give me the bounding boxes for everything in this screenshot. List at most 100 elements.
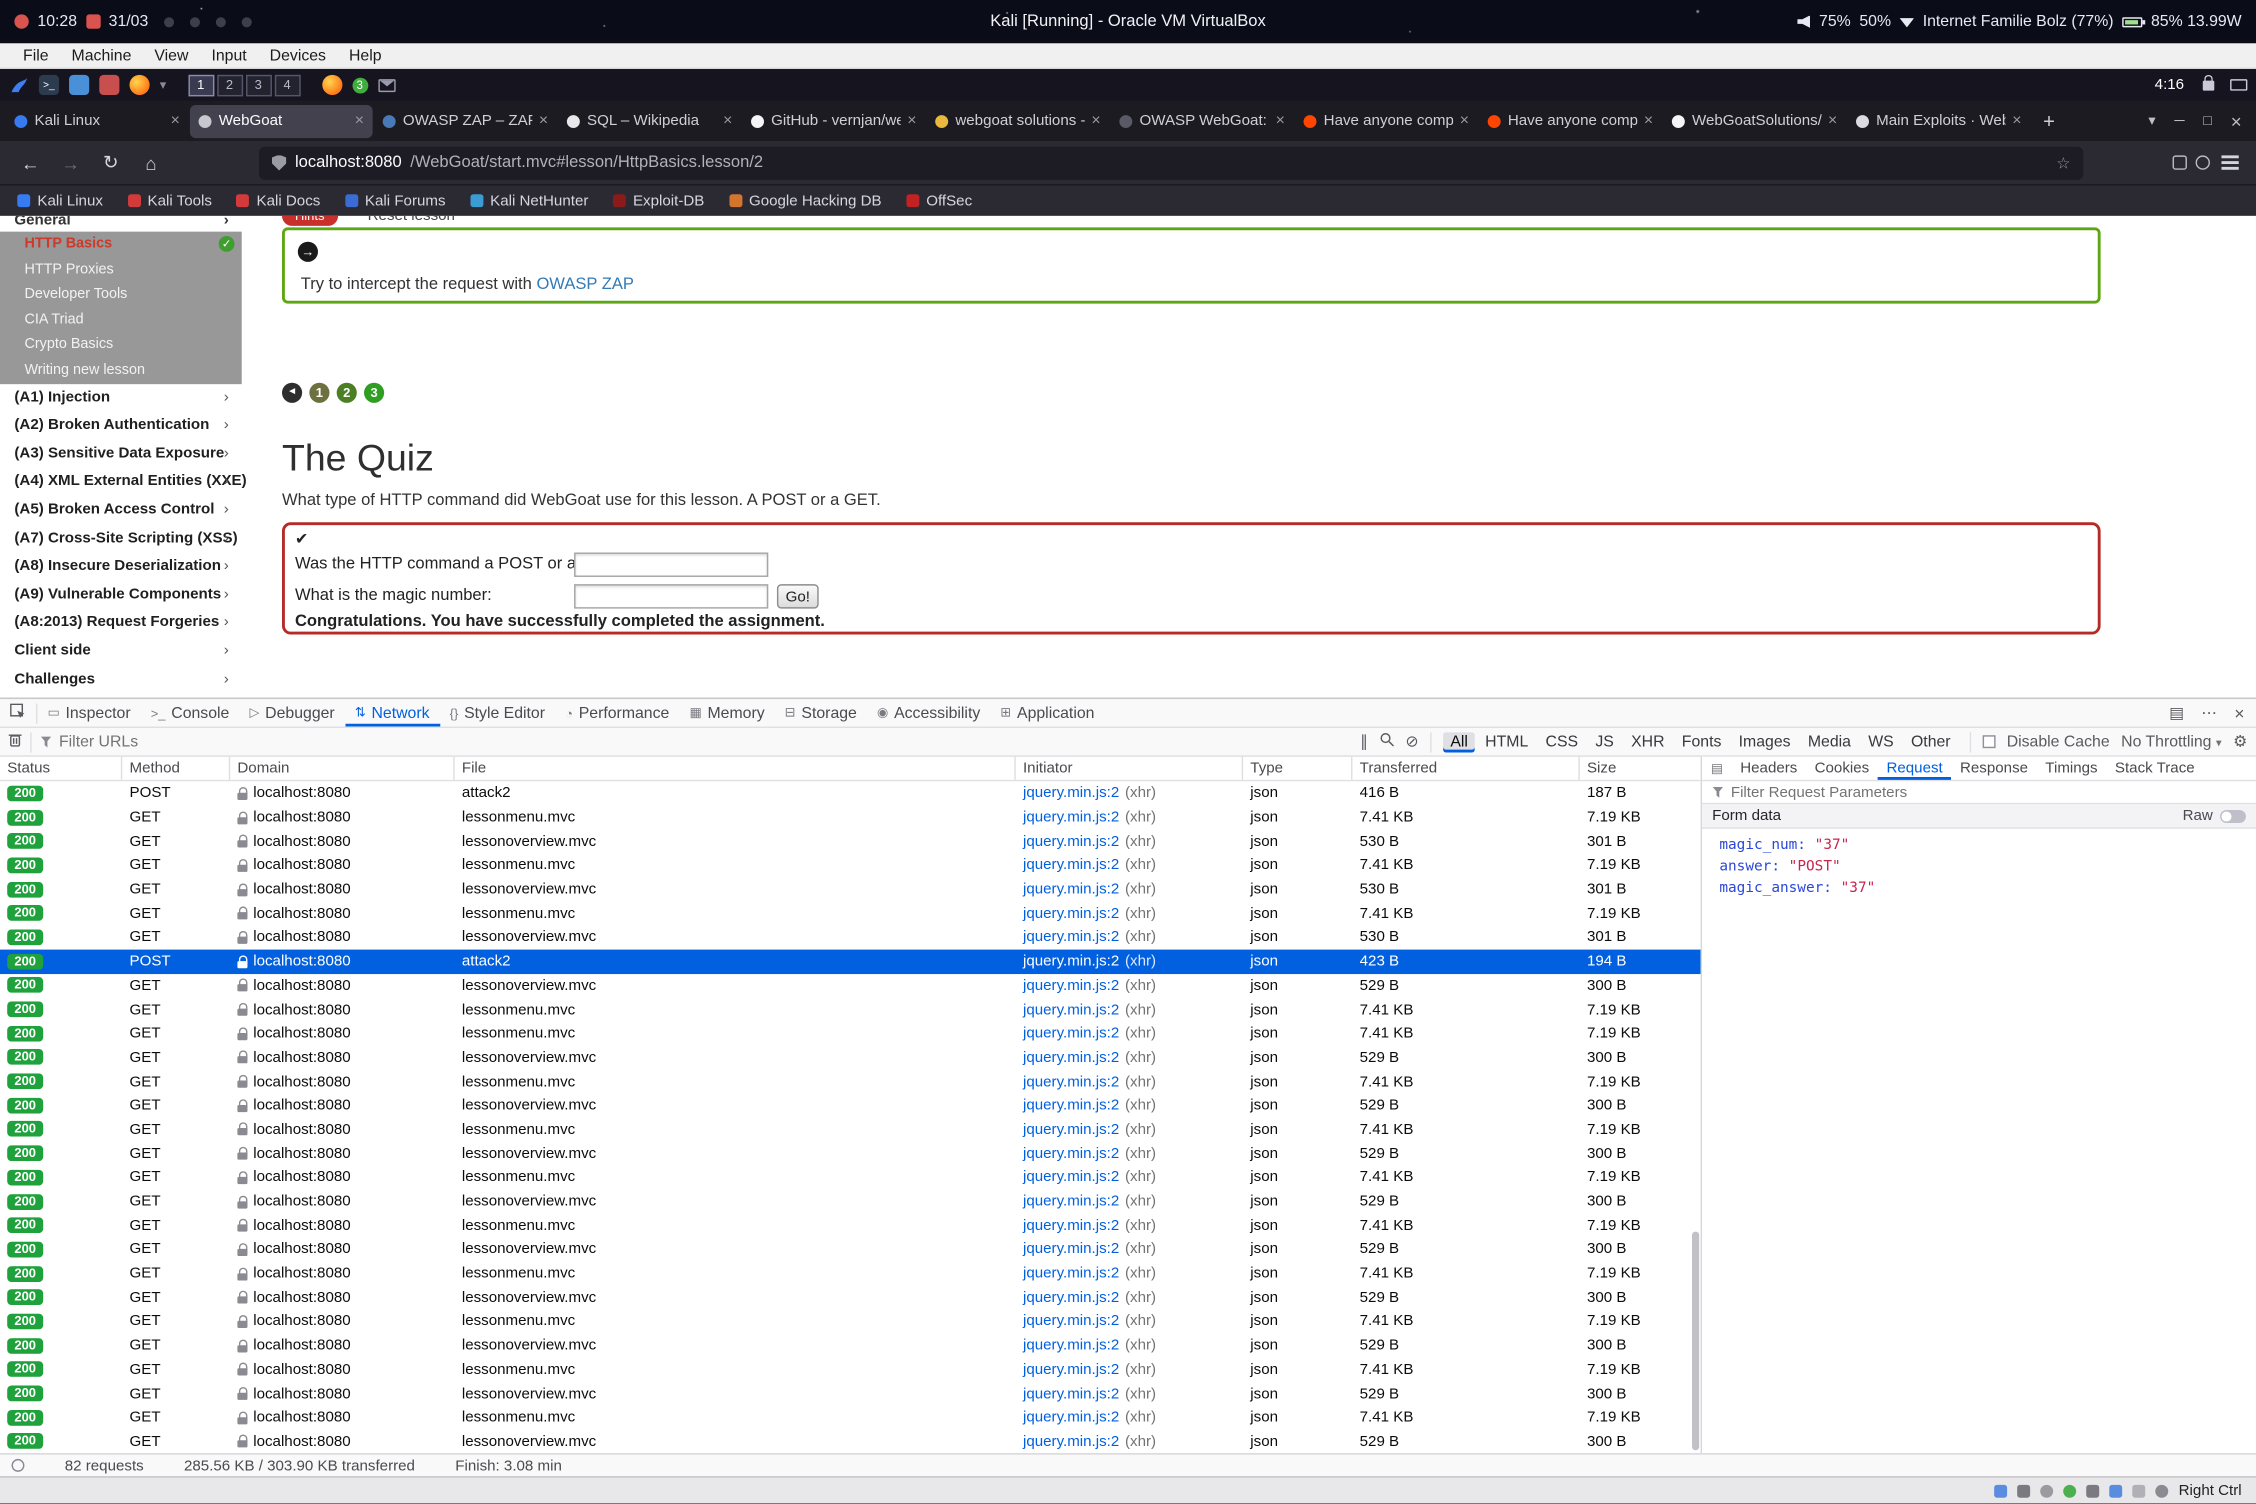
magic-number-input[interactable]	[574, 584, 768, 608]
display-icon[interactable]	[2230, 79, 2247, 91]
performance-analysis-icon[interactable]	[12, 1459, 25, 1472]
details-tab-cookies[interactable]: Cookies	[1806, 757, 1878, 780]
bookmark-item[interactable]: OffSec	[906, 192, 972, 209]
initiator-link[interactable]: jquery.min.js:2	[1023, 1241, 1119, 1258]
tray-icon[interactable]	[216, 17, 226, 27]
bookmark-item[interactable]: Kali Tools	[127, 192, 212, 209]
tab-close-icon[interactable]: ×	[539, 112, 548, 129]
network-request-row[interactable]: 200GETlocalhost:8080lessonmenu.mvcjquery…	[0, 1406, 1701, 1430]
tab-close-icon[interactable]: ×	[1276, 112, 1285, 129]
initiator-link[interactable]: jquery.min.js:2	[1023, 929, 1119, 946]
sidebar-category--a5-broken-access-control[interactable]: (A5) Broken Access Control›	[0, 496, 242, 524]
pause-icon[interactable]: ∥	[1360, 732, 1368, 751]
menu-help[interactable]: Help	[337, 47, 393, 64]
launcher-caret-icon[interactable]: ▾	[160, 77, 167, 93]
bookmark-item[interactable]: Google Hacking DB	[729, 192, 882, 209]
initiator-link[interactable]: jquery.min.js:2	[1023, 1313, 1119, 1330]
network-request-row[interactable]: 200GETlocalhost:8080lessonoverview.mvcjq…	[0, 1285, 1701, 1309]
kali-menu-icon[interactable]	[9, 75, 29, 95]
bookmark-item[interactable]: Kali Linux	[17, 192, 103, 209]
initiator-link[interactable]: jquery.min.js:2	[1023, 905, 1119, 922]
mail-icon[interactable]	[378, 78, 395, 91]
network-request-row[interactable]: 200GETlocalhost:8080lessonoverview.mvcjq…	[0, 1093, 1701, 1117]
tray-icon[interactable]	[164, 17, 174, 27]
network-request-row[interactable]: 200GETlocalhost:8080lessonoverview.mvcjq…	[0, 1045, 1701, 1069]
initiator-link[interactable]: jquery.min.js:2	[1023, 1025, 1119, 1042]
filter-other[interactable]: Other	[1904, 732, 1958, 752]
disable-cache-checkbox[interactable]	[1982, 735, 1995, 748]
network-request-row[interactable]: 200POSTlocalhost:8080attack2jquery.min.j…	[0, 781, 1701, 805]
minimize-icon[interactable]: ─	[2174, 113, 2184, 129]
terminal-icon[interactable]: >_	[39, 75, 59, 95]
network-request-row[interactable]: 200GETlocalhost:8080lessonoverview.mvcjq…	[0, 1430, 1701, 1454]
tray-icon[interactable]	[242, 17, 252, 27]
browser-tab[interactable]: WebGoat×	[190, 104, 373, 137]
details-tab-timings[interactable]: Timings	[2037, 757, 2107, 780]
volume-icon[interactable]	[1797, 15, 1810, 28]
initiator-link[interactable]: jquery.min.js:2	[1023, 1121, 1119, 1138]
network-request-row[interactable]: 200GETlocalhost:8080lessonmenu.mvcjquery…	[0, 901, 1701, 925]
network-request-row[interactable]: 200GETlocalhost:8080lessonmenu.mvcjquery…	[0, 1069, 1701, 1093]
home-button[interactable]: ⌂	[135, 152, 167, 174]
devtools-tab-storage[interactable]: ⊟Storage	[775, 699, 867, 726]
details-tab-stack-trace[interactable]: Stack Trace	[2106, 757, 2203, 780]
menu-view[interactable]: View	[143, 47, 200, 64]
initiator-link[interactable]: jquery.min.js:2	[1023, 1049, 1119, 1066]
sidebar-item-general[interactable]: General ›	[0, 216, 242, 232]
column-header-type[interactable]: Type	[1243, 757, 1352, 780]
tab-close-icon[interactable]: ×	[355, 112, 364, 129]
initiator-link[interactable]: jquery.min.js:2	[1023, 1289, 1119, 1306]
browser-tab[interactable]: Kali Linux×	[6, 104, 189, 137]
details-tab-response[interactable]: Response	[1951, 757, 2036, 780]
browser-tab[interactable]: webgoat solutions -×	[927, 104, 1110, 137]
network-request-row[interactable]: 200GETlocalhost:8080lessonmenu.mvcjquery…	[0, 1261, 1701, 1285]
close-devtools-icon[interactable]: ×	[2234, 703, 2244, 723]
column-header-size[interactable]: Size	[1580, 757, 1701, 780]
clear-requests-icon[interactable]	[9, 732, 22, 751]
lesson-page-1[interactable]: 1	[309, 383, 329, 403]
workspace-2[interactable]: 2	[217, 74, 243, 96]
initiator-link[interactable]: jquery.min.js:2	[1023, 881, 1119, 898]
network-request-row[interactable]: 200GETlocalhost:8080lessonmenu.mvcjquery…	[0, 1165, 1701, 1189]
column-header-method[interactable]: Method	[122, 757, 230, 780]
sidebar-lesson-cia-triad[interactable]: CIA Triad	[0, 308, 242, 333]
shared-folders-status-icon[interactable]	[2110, 1484, 2123, 1497]
tab-close-icon[interactable]: ×	[907, 112, 916, 129]
go-button[interactable]: Go!	[777, 584, 819, 608]
network-request-row[interactable]: 200GETlocalhost:8080lessonmenu.mvcjquery…	[0, 1309, 1701, 1333]
kali-clock[interactable]: 4:16	[2155, 76, 2184, 93]
sidebar-category-client-side[interactable]: Client side›	[0, 637, 242, 665]
bookmark-item[interactable]: Kali Docs	[236, 192, 320, 209]
browser-tab[interactable]: OWASP WebGoat:×	[1111, 104, 1294, 137]
filter-request-parameters-input[interactable]: Filter Request Parameters	[1702, 781, 2256, 804]
sidebar-lesson-http-proxies[interactable]: HTTP Proxies	[0, 257, 242, 282]
menu-file[interactable]: File	[12, 47, 61, 64]
bookmark-item[interactable]: Kali NetHunter	[470, 192, 588, 209]
back-button[interactable]: ←	[14, 152, 46, 174]
sidebar-lesson-http-basics[interactable]: HTTP Basics✓	[0, 232, 242, 257]
devtools-tab-performance[interactable]: ◔Performance	[555, 699, 679, 726]
devtools-tab-inspector[interactable]: ▭Inspector	[37, 699, 140, 726]
tab-close-icon[interactable]: ×	[723, 112, 732, 129]
filter-css[interactable]: CSS	[1538, 732, 1585, 752]
form-data-section-header[interactable]: Form data Raw	[1702, 804, 2256, 828]
initiator-link[interactable]: jquery.min.js:2	[1023, 1337, 1119, 1354]
browser-tab[interactable]: Main Exploits · Web×	[1847, 104, 2030, 137]
extension-icon[interactable]	[2173, 155, 2187, 169]
menu-input[interactable]: Input	[200, 47, 258, 64]
initiator-link[interactable]: jquery.min.js:2	[1023, 1361, 1119, 1378]
sidebar-category-challenges[interactable]: Challenges›	[0, 665, 242, 693]
http-command-input[interactable]	[574, 552, 768, 576]
tracking-protection-icon[interactable]	[272, 155, 286, 171]
sidebar-category--a8-2013-request-forgeries[interactable]: (A8:2013) Request Forgeries›	[0, 609, 242, 637]
bookmark-item[interactable]: Exploit-DB	[613, 192, 705, 209]
tab-close-icon[interactable]: ×	[1828, 112, 1837, 129]
network-request-row[interactable]: 200GETlocalhost:8080lessonoverview.mvcjq…	[0, 973, 1701, 997]
column-header-status[interactable]: Status	[0, 757, 122, 780]
devtools-tab-debugger[interactable]: ▷Debugger	[239, 699, 344, 726]
hdd-status-icon[interactable]	[2018, 1484, 2031, 1497]
sidebar-category--a7-cross-site-scripting-xss-[interactable]: (A7) Cross-Site Scripting (XSS)›	[0, 524, 242, 552]
network-request-row[interactable]: 200GETlocalhost:8080lessonmenu.mvcjquery…	[0, 1357, 1701, 1381]
initiator-link[interactable]: jquery.min.js:2	[1023, 1193, 1119, 1210]
menu-icon[interactable]	[2221, 161, 2238, 164]
